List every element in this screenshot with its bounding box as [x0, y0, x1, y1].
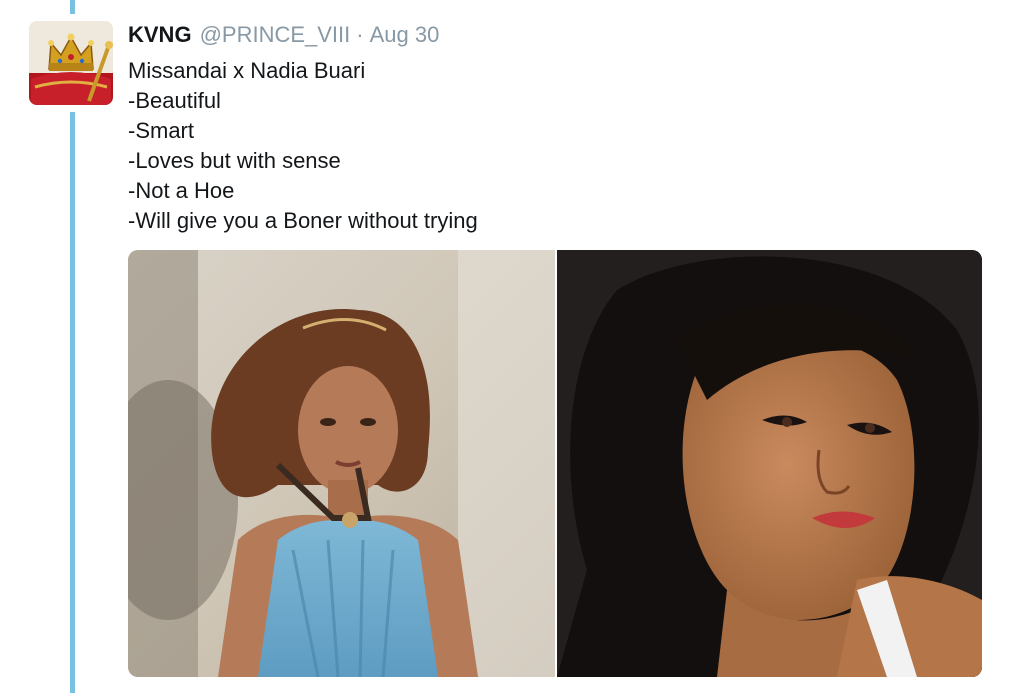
portrait-image: [128, 250, 555, 677]
crown-icon: [29, 21, 113, 105]
display-name[interactable]: KVNG: [128, 22, 192, 48]
timestamp-link[interactable]: Aug 30: [370, 22, 440, 48]
thread-connector-top: [70, 0, 75, 14]
tweet-text-line: -Smart: [128, 118, 194, 143]
tweet-header: KVNG @PRINCE_VIII · Aug 30: [128, 22, 439, 50]
tweet-text-line: -Beautiful: [128, 88, 221, 113]
portrait-image: [557, 250, 982, 677]
tweet-text: Missandai x Nadia Buari -Beautiful -Smar…: [128, 56, 988, 236]
tweet-text-line: -Will give you a Boner without trying: [128, 208, 478, 233]
tweet-text-line: -Loves but with sense: [128, 148, 341, 173]
media-photo-right[interactable]: [557, 250, 982, 677]
separator-dot: ·: [356, 22, 364, 47]
tweet-media: [128, 250, 982, 677]
avatar[interactable]: [29, 21, 113, 105]
thread-connector-bottom: [70, 112, 75, 693]
media-photo-left[interactable]: [128, 250, 555, 677]
tweet-text-line: -Not a Hoe: [128, 178, 235, 203]
user-handle[interactable]: @PRINCE_VIII: [200, 22, 351, 48]
tweet-text-line: Missandai x Nadia Buari: [128, 58, 366, 83]
